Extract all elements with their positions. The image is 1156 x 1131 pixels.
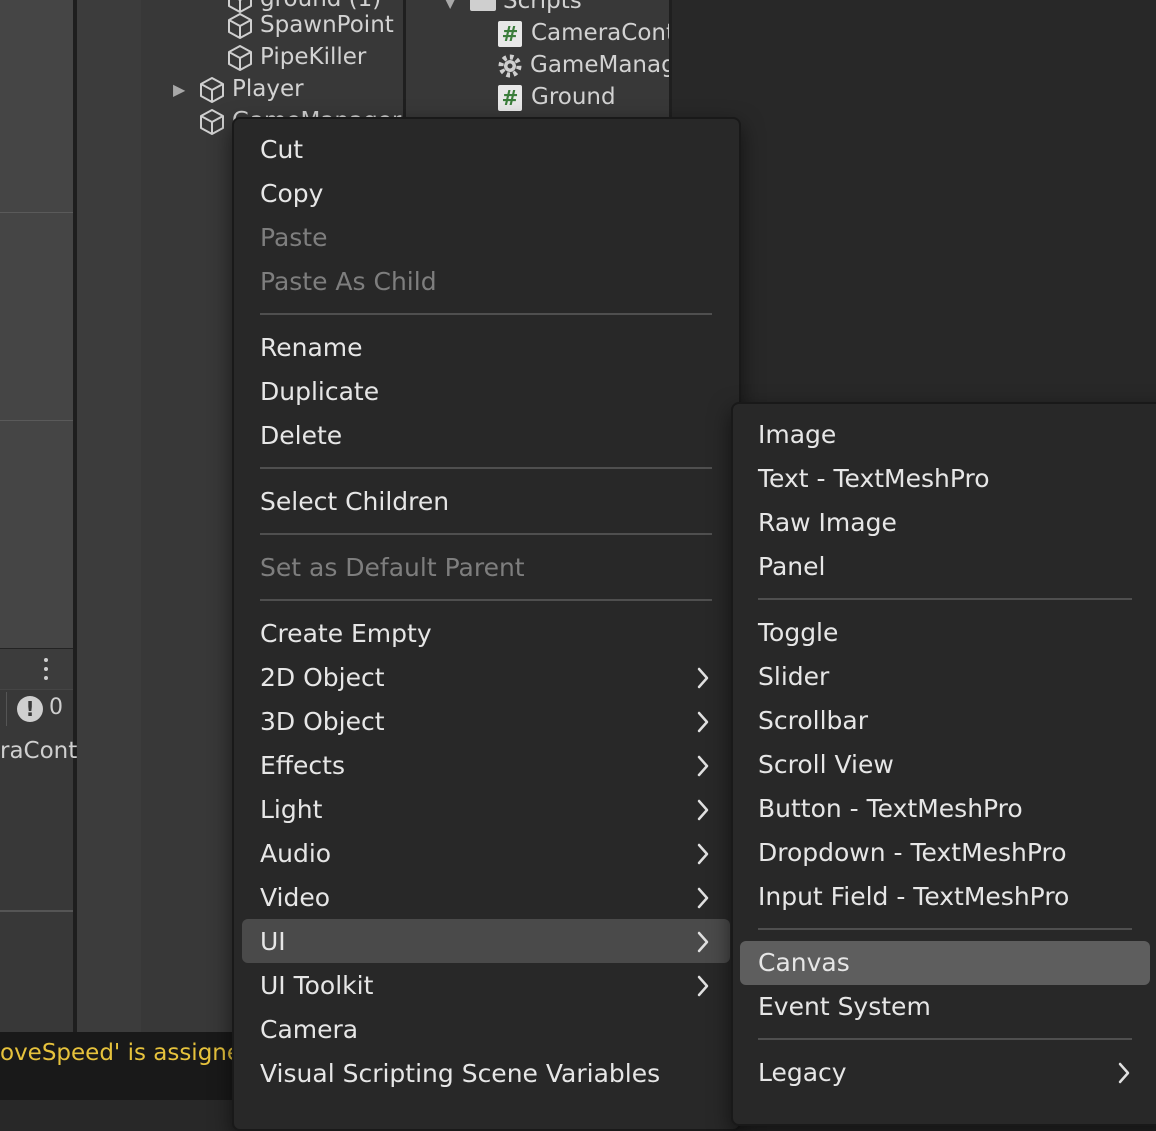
menu-item-create-empty[interactable]: Create Empty xyxy=(260,612,432,656)
gear-icon xyxy=(497,53,523,79)
menu-item-effects[interactable]: Effects xyxy=(260,744,345,788)
menu-item-2d-object[interactable]: 2D Object xyxy=(260,656,385,700)
menu-item-camera[interactable]: Camera xyxy=(260,1008,358,1052)
submenu-item-legacy[interactable]: Legacy xyxy=(758,1051,847,1095)
project-item-label: GameManager xyxy=(530,52,669,78)
submenu-item-canvas[interactable]: Canvas xyxy=(758,941,850,985)
grid-line xyxy=(0,420,73,421)
more-options-icon[interactable] xyxy=(40,657,52,683)
menu-item-select-children[interactable]: Select Children xyxy=(260,480,449,524)
submenu-item-button-textmeshpro[interactable]: Button - TextMeshPro xyxy=(758,787,1023,831)
error-icon: ! xyxy=(17,696,43,722)
menu-item-visual-scripting-scene-variables[interactable]: Visual Scripting Scene Variables xyxy=(260,1052,660,1096)
menu-item-rename[interactable]: Rename xyxy=(260,326,363,370)
menu-item-delete[interactable]: Delete xyxy=(260,414,342,458)
submenu-item-scroll-view[interactable]: Scroll View xyxy=(758,743,894,787)
project-item-label: Ground xyxy=(531,84,616,110)
chevron-right-icon xyxy=(696,975,710,997)
context-menu: Cut Copy Paste Paste As Child Rename Dup… xyxy=(232,117,741,1131)
menu-item-ui[interactable]: UI xyxy=(260,920,286,964)
chevron-right-icon xyxy=(696,931,710,953)
submenu-item-text-textmeshpro[interactable]: Text - TextMeshPro xyxy=(758,457,990,501)
menu-item-3d-object[interactable]: 3D Object xyxy=(260,700,385,744)
chevron-right-icon xyxy=(696,711,710,733)
menu-item-paste: Paste xyxy=(260,223,328,252)
submenu-item-panel[interactable]: Panel xyxy=(758,545,825,589)
hierarchy-item-label: PipeKiller xyxy=(260,44,367,70)
gameobject-cube-icon xyxy=(226,12,254,40)
hierarchy-item-label: SpawnPoint xyxy=(260,12,394,38)
hierarchy-item[interactable]: PipeKiller xyxy=(226,42,366,72)
menu-separator xyxy=(758,598,1132,600)
folder-icon xyxy=(470,0,496,11)
project-item[interactable]: # Ground xyxy=(498,82,669,112)
menu-separator xyxy=(260,599,712,601)
hierarchy-item[interactable]: Player xyxy=(198,74,304,104)
gameobject-cube-icon xyxy=(198,108,226,136)
menu-separator xyxy=(260,467,712,469)
menu-item-ui-toolkit[interactable]: UI Toolkit xyxy=(260,964,373,1008)
hash-script-icon: # xyxy=(498,20,522,47)
hierarchy-item[interactable]: SpawnPoint xyxy=(226,10,394,40)
foldout-arrow-icon[interactable]: ▶ xyxy=(173,80,185,99)
chevron-right-icon xyxy=(696,755,710,777)
project-folder[interactable]: Scripts xyxy=(470,0,669,16)
menu-item-duplicate[interactable]: Duplicate xyxy=(260,370,379,414)
submenu-item-raw-image[interactable]: Raw Image xyxy=(758,501,897,545)
project-item[interactable]: GameManager xyxy=(497,50,669,80)
error-count-toggle[interactable]: ! 0 xyxy=(6,692,71,726)
menu-item-copy[interactable]: Copy xyxy=(260,172,323,216)
gameobject-cube-icon xyxy=(226,44,254,72)
menu-item-cut[interactable]: Cut xyxy=(260,128,303,172)
foldout-arrow-icon[interactable]: ▼ xyxy=(444,0,456,11)
submenu-item-event-system[interactable]: Event System xyxy=(758,985,931,1029)
console-toolbar xyxy=(0,648,73,689)
menu-item-highlight xyxy=(242,919,730,963)
submenu-item-image[interactable]: Image xyxy=(758,413,836,457)
chevron-right-icon xyxy=(696,843,710,865)
console-divider[interactable] xyxy=(0,910,73,912)
menu-item-light[interactable]: Light xyxy=(260,788,322,832)
menu-separator xyxy=(260,533,712,535)
grid-line xyxy=(0,212,73,213)
chevron-right-icon xyxy=(696,667,710,689)
gameobject-cube-icon xyxy=(198,76,226,104)
menu-separator xyxy=(758,928,1132,930)
console-log-entry[interactable]: raCont xyxy=(0,738,77,764)
chevron-right-icon xyxy=(696,799,710,821)
menu-item-paste-as-child: Paste As Child xyxy=(260,267,437,296)
menu-item-audio[interactable]: Audio xyxy=(260,832,331,876)
hash-script-icon: # xyxy=(498,84,522,111)
status-warning-text[interactable]: oveSpeed' is assigned xyxy=(0,1040,256,1066)
chevron-right-icon xyxy=(1117,1062,1131,1084)
submenu-item-scrollbar[interactable]: Scrollbar xyxy=(758,699,868,743)
error-count: 0 xyxy=(49,695,63,720)
project-item-label: CameraController xyxy=(531,20,669,46)
chevron-right-icon xyxy=(696,887,710,909)
hierarchy-item-label: Player xyxy=(232,76,304,102)
ui-submenu: Image Text - TextMeshPro Raw Image Panel… xyxy=(731,402,1156,1126)
hierarchy-indent-stripe xyxy=(77,0,141,1032)
menu-separator xyxy=(260,313,712,315)
project-item[interactable]: # CameraController xyxy=(498,18,669,48)
submenu-item-input-field-textmeshpro[interactable]: Input Field - TextMeshPro xyxy=(758,875,1069,919)
submenu-item-slider[interactable]: Slider xyxy=(758,655,829,699)
submenu-item-dropdown-textmeshpro[interactable]: Dropdown - TextMeshPro xyxy=(758,831,1067,875)
menu-item-set-default-parent: Set as Default Parent xyxy=(260,553,525,582)
project-folder-label: Scripts xyxy=(503,0,582,14)
menu-separator xyxy=(758,1038,1132,1040)
submenu-item-toggle[interactable]: Toggle xyxy=(758,611,838,655)
menu-item-video[interactable]: Video xyxy=(260,876,330,920)
